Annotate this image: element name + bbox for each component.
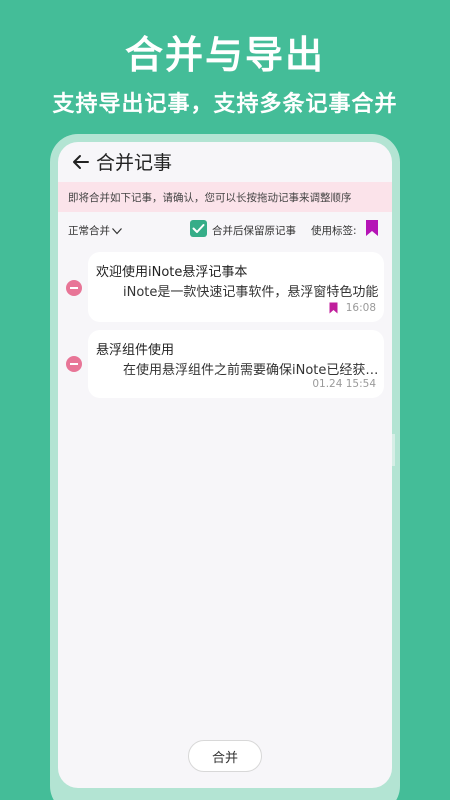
merge-mode-select[interactable]: 正常合并 (68, 223, 123, 238)
phone-screen: 合并记事 即将合并如下记事，请确认，您可以长按拖动记事来调整顺序 正常合并 合并… (58, 142, 392, 788)
chevron-down-icon (112, 227, 122, 234)
promo-subtitle: 支持导出记事，支持多条记事合并 (52, 92, 398, 117)
page-title: 合并记事 (96, 152, 173, 174)
tag-label: 使用标签: (311, 225, 357, 237)
note-meta: 16:08 (329, 302, 376, 314)
app-header: 合并记事 (58, 142, 392, 182)
merge-mode-label: 正常合并 (68, 225, 110, 237)
arrow-left-icon[interactable] (70, 151, 92, 173)
note-time: 16:08 (345, 302, 376, 314)
keep-original-checkbox[interactable] (190, 220, 207, 237)
note-card[interactable]: 欢迎使用iNote悬浮记事本 iNote是一款快速记事软件，悬浮窗特色功能 16… (88, 252, 384, 322)
note-title: 悬浮组件使用 (96, 343, 175, 358)
bookmark-icon (329, 302, 338, 314)
note-time: 01.24 15:54 (312, 378, 376, 390)
remove-note-button[interactable] (66, 280, 82, 296)
note-title: 欢迎使用iNote悬浮记事本 (96, 265, 248, 280)
merge-button[interactable]: 合并 (188, 740, 262, 772)
merge-options: 正常合并 合并后保留原记事 使用标签: (58, 218, 392, 242)
check-icon (192, 224, 205, 233)
notice-bar: 即将合并如下记事，请确认，您可以长按拖动记事来调整顺序 (58, 182, 392, 212)
note-card[interactable]: 悬浮组件使用 在使用悬浮组件之前需要确保iNote已经获取权限 01.24 15… (88, 330, 384, 398)
note-meta: 01.24 15:54 (312, 378, 376, 390)
notice-text: 即将合并如下记事，请确认，您可以长按拖动记事来调整顺序 (68, 192, 352, 204)
remove-note-button[interactable] (66, 356, 82, 372)
bookmark-icon[interactable] (365, 219, 379, 237)
keep-original-label: 合并后保留原记事 (212, 225, 296, 237)
promo-title: 合并与导出 (124, 33, 325, 77)
note-preview: 在使用悬浮组件之前需要确保iNote已经获取权限 (123, 363, 379, 378)
note-preview: iNote是一款快速记事软件，悬浮窗特色功能 (123, 285, 379, 300)
